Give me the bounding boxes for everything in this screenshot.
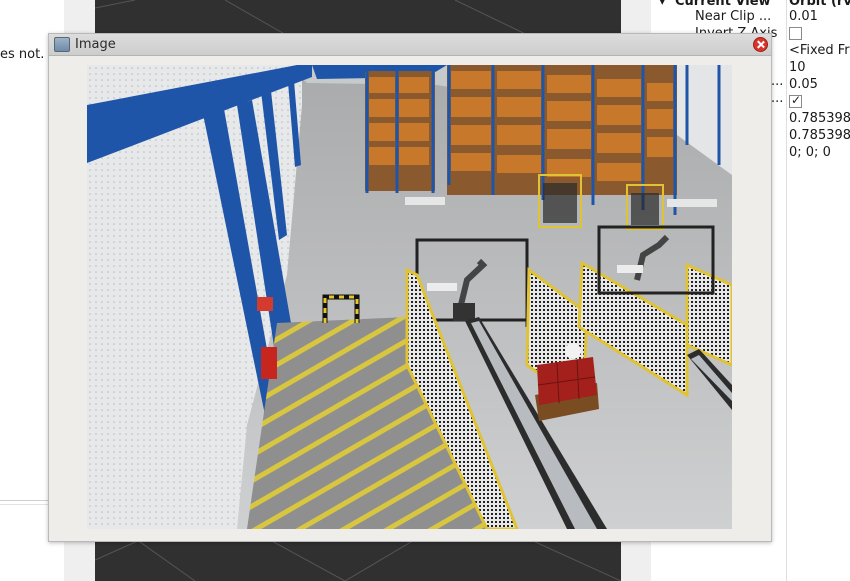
property-label[interactable]: ...	[771, 74, 783, 89]
property-label[interactable]: Near Clip ...	[695, 9, 771, 24]
property-value[interactable]: <Fixed Fr	[789, 43, 850, 58]
expand-arrow-icon[interactable]: ▾	[659, 0, 666, 9]
image-window[interactable]: Image	[48, 33, 772, 542]
window-title: Image	[75, 37, 116, 52]
enabled-checkbox[interactable]	[789, 93, 802, 108]
camera-image	[87, 65, 732, 529]
property-value[interactable]: 10	[789, 60, 806, 75]
divider	[0, 504, 48, 505]
divider	[0, 500, 48, 501]
window-titlebar[interactable]: Image	[49, 34, 771, 56]
image-icon	[54, 37, 70, 52]
column-divider[interactable]	[786, 0, 787, 581]
property-value[interactable]: 0.785398	[789, 128, 850, 143]
property-value[interactable]: 0; 0; 0	[789, 145, 831, 160]
property-header-name: Current View	[675, 0, 771, 9]
close-icon[interactable]	[753, 37, 768, 52]
invert-z-checkbox[interactable]	[789, 27, 802, 40]
left-panel-text: es not.	[0, 47, 45, 62]
property-value[interactable]: 0.01	[789, 9, 818, 24]
property-value[interactable]: 0.785398	[789, 111, 850, 126]
property-label[interactable]: ...	[771, 91, 783, 106]
property-value[interactable]: 0.05	[789, 77, 818, 92]
property-header-value: Orbit (rv	[789, 0, 850, 9]
